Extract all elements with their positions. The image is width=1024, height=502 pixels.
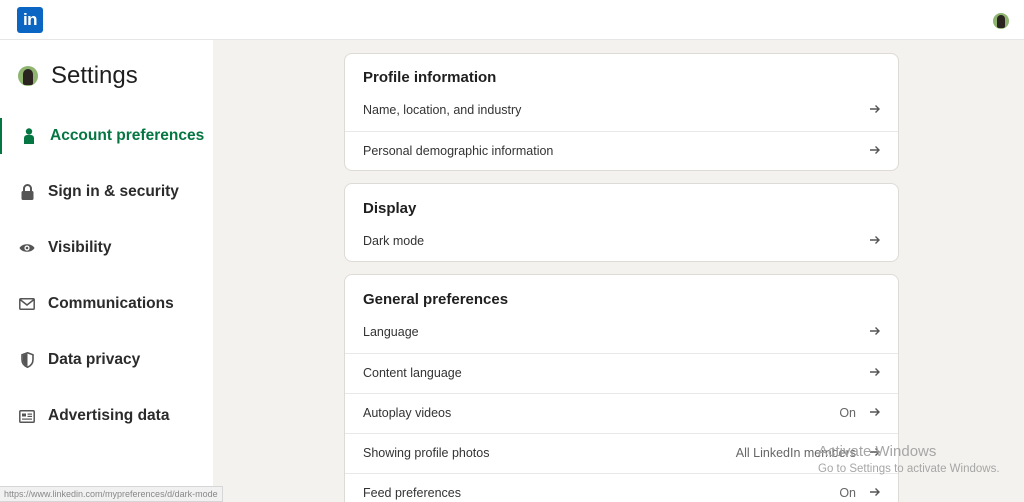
sidebar-item-label: Data privacy [48,351,141,368]
page-title: Settings [51,62,138,89]
top-nav-bar: in [0,0,1024,40]
arrow-right-icon [870,236,880,244]
linkedin-logo[interactable]: in [17,7,43,33]
eye-icon [19,240,35,256]
row-label: Dark mode [363,234,425,248]
sidebar-item-label: Advertising data [48,407,170,424]
sidebar-item-label: Account preferences [50,127,205,144]
general-preferences-card: General preferences Language Content lan… [344,274,899,502]
arrow-right-icon [870,327,880,335]
settings-row-language[interactable]: Language [345,313,898,353]
row-label: Language [363,325,419,339]
arrow-right-icon [870,408,880,416]
sidebar-item-account-preferences[interactable]: Account preferences [0,118,213,154]
settings-header: Settings [18,62,138,90]
activate-windows-watermark: Activate Windows [818,443,937,460]
card-title: Display [363,200,417,217]
card-title: General preferences [363,291,509,308]
settings-row-dark-mode[interactable]: Dark mode [345,222,898,261]
display-card: Display Dark mode [344,183,899,262]
row-label: Name, location, and industry [363,103,522,117]
settings-row-feed-preferences[interactable]: Feed preferences On [345,473,898,502]
row-label: Showing profile photos [363,446,490,460]
lock-icon [19,184,35,200]
sidebar-item-sign-in-security[interactable]: Sign in & security [0,174,213,210]
arrow-right-icon [870,105,880,113]
settings-row-autoplay-videos[interactable]: Autoplay videos On [345,393,898,433]
settings-row-name-location-industry[interactable]: Name, location, and industry [345,91,898,131]
sidebar-item-data-privacy[interactable]: Data privacy [0,342,213,378]
arrow-right-icon [870,146,880,154]
sidebar-item-label: Sign in & security [48,183,179,200]
settings-row-showing-profile-photos[interactable]: Showing profile photos All LinkedIn memb… [345,433,898,473]
shield-icon [19,352,35,368]
arrow-right-icon [870,488,880,496]
settings-row-personal-demographic[interactable]: Personal demographic information [345,131,898,170]
row-label: Content language [363,366,462,380]
newspaper-icon [19,408,35,424]
sidebar-item-advertising-data[interactable]: Advertising data [0,398,213,434]
settings-sidebar: Settings Account preferences Sign in & s… [0,40,213,502]
envelope-icon [19,296,35,312]
row-value: On [839,486,856,500]
status-bar-url: https://www.linkedin.com/mypreferences/d… [0,486,223,502]
row-label: Personal demographic information [363,144,554,158]
sidebar-item-label: Visibility [48,239,112,256]
activate-windows-hint: Go to Settings to activate Windows. [818,463,1000,475]
profile-avatar[interactable] [993,13,1009,29]
settings-row-content-language[interactable]: Content language [345,353,898,393]
sidebar-item-visibility[interactable]: Visibility [0,230,213,266]
row-value: On [839,406,856,420]
row-label: Feed preferences [363,486,461,500]
row-label: Autoplay videos [363,406,452,420]
sidebar-item-communications[interactable]: Communications [0,286,213,322]
card-title: Profile information [363,69,497,86]
sidebar-item-label: Communications [48,295,174,312]
arrow-right-icon [870,368,880,376]
profile-information-card: Profile information Name, location, and … [344,53,899,171]
person-icon [21,128,37,144]
avatar [18,66,38,86]
